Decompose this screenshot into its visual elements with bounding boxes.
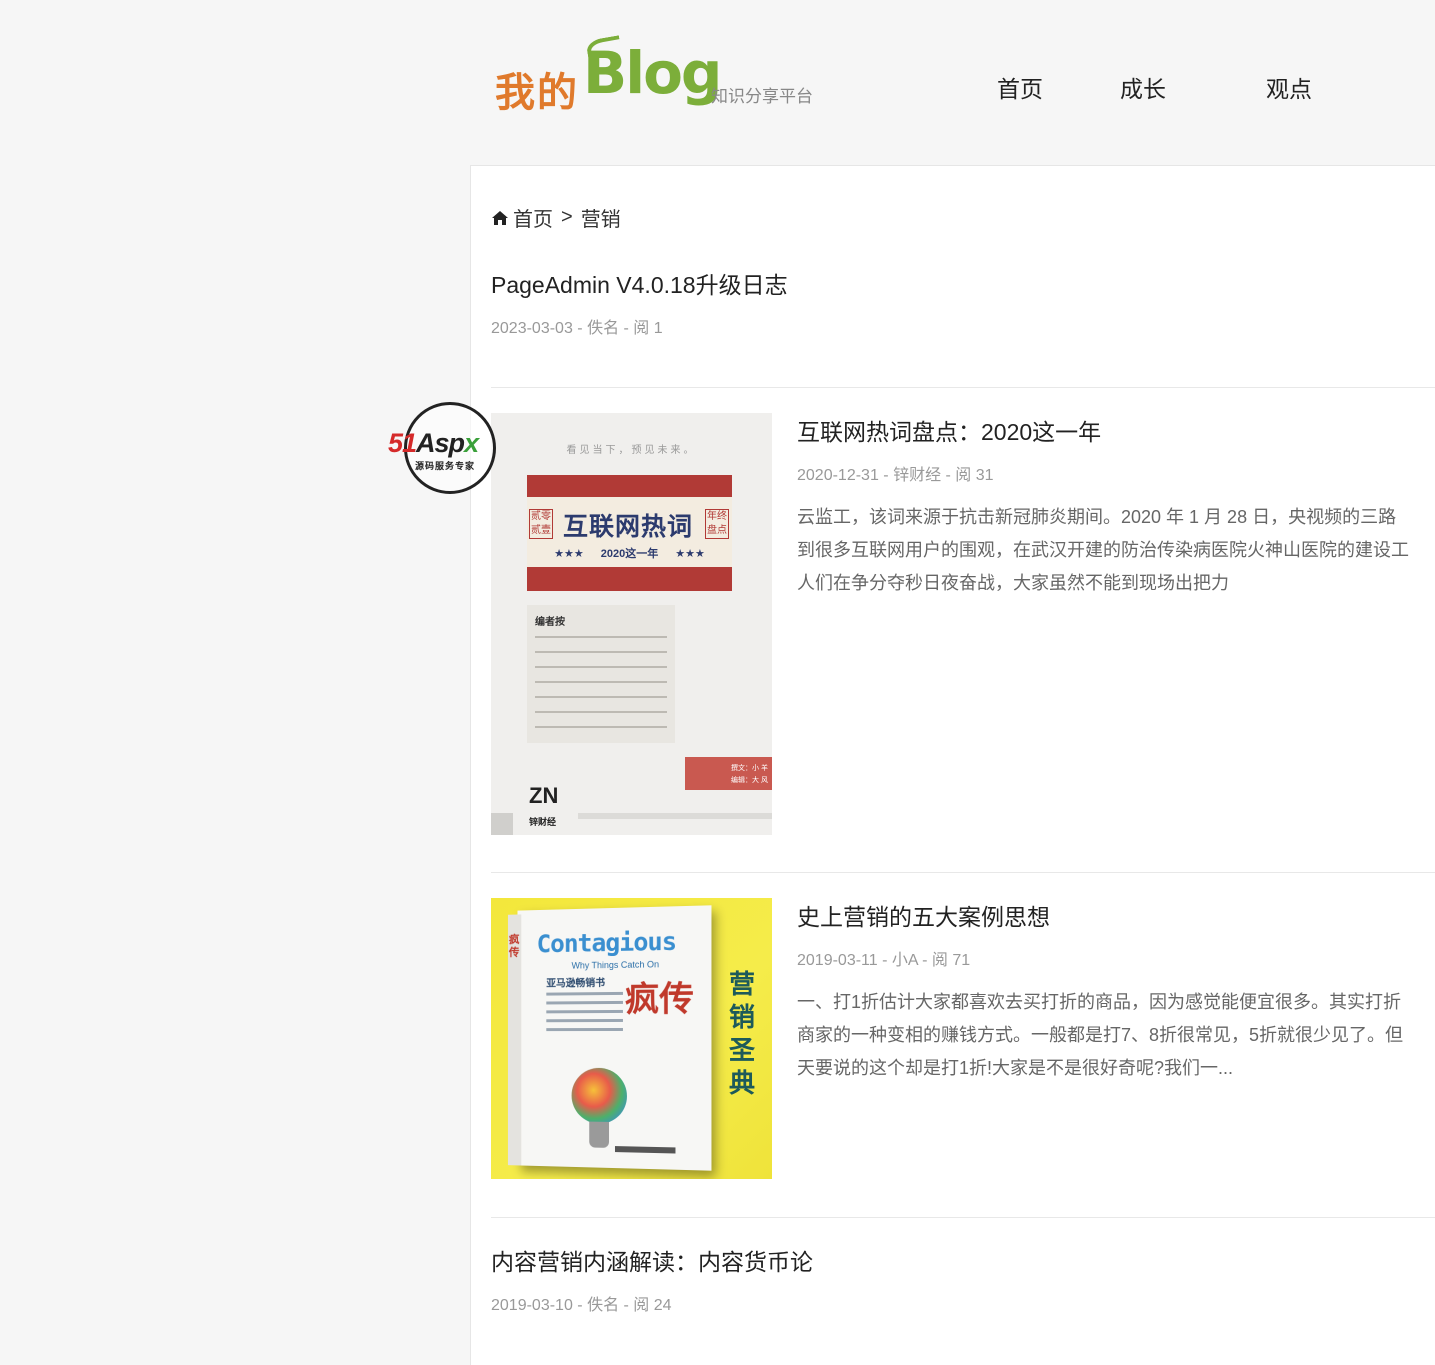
watermark-brand-suffix: x (464, 428, 479, 458)
post-item: PageAdmin V4.0.18升级日志 2023-03-03 - 佚名 - … (491, 266, 788, 338)
post-excerpt: 云监工，该词来源于抗击新冠肺炎期间。2020 年 1 月 28 日，央视频的三路… (797, 501, 1409, 600)
post-title[interactable]: 互联网热词盘点：2020这一年 (797, 413, 1409, 447)
nav-item-viewpoint[interactable]: 观点 (1216, 70, 1362, 104)
watermark-brand-prefix: 51 (388, 428, 417, 458)
post-meta: 2019-03-11 - 小A - 阅 71 (797, 952, 971, 969)
post-title[interactable]: 内容营销内涵解读：内容货币论 (491, 1243, 813, 1277)
thumb-seal-left: 贰零贰壹 (529, 509, 553, 539)
main-content: 首页 > 营销 PageAdmin V4.0.18升级日志 2023-03-03… (470, 165, 1435, 1365)
excerpt-line: 人们在争分夺秒日夜奋战，大家虽然不能到现场出把力 (797, 573, 1229, 593)
thumb-book-title-cn: 疯传 (624, 980, 694, 1019)
post-body: 史上营销的五大案例思想 2019-03-11 - 小A - 阅 71 一、打1折… (797, 898, 1403, 1085)
thumb-seal-right: 年终盘点 (705, 509, 729, 539)
breadcrumb: 首页 > 营销 (491, 203, 621, 232)
nav-item-home[interactable]: 首页 (970, 70, 1070, 104)
breadcrumb-current[interactable]: 营销 (581, 203, 621, 232)
excerpt-line: 商家的一种变相的赚钱方式。一般都是打7、8折很常见，5折就很少见了。但 (797, 1025, 1404, 1045)
post-divider (491, 1217, 1435, 1218)
excerpt-line: 到很多互联网用户的围观，在武汉开建的防治传染病医院火神山医院的建设工 (797, 540, 1409, 560)
logo-blog-text: Blog (583, 39, 722, 107)
nav-item-growth[interactable]: 成长 (1070, 70, 1216, 104)
post-meta: 2023-03-03 - 佚名 - 阅 1 (491, 320, 663, 337)
breadcrumb-separator: > (561, 206, 573, 228)
thumb-credit-writer: 撰文：小 羊 (731, 765, 768, 772)
post-meta: 2020-12-31 - 锌财经 - 阅 31 (797, 467, 994, 484)
thumb-credits: 撰文：小 羊 编辑：大 风 (685, 757, 772, 790)
thumb-book-spine: 疯传 (508, 934, 520, 959)
breadcrumb-home-link[interactable]: 首页 (513, 203, 553, 232)
thumb-credit-editor: 编辑：大 风 (731, 777, 768, 784)
post-divider (491, 387, 1435, 388)
thumb-book-cover: 疯传 Contagious Why Things Catch On 亚马逊畅销书… (507, 905, 712, 1171)
post-title[interactable]: 史上营销的五大案例思想 (797, 898, 1403, 932)
post-excerpt: 一、打1折估计大家都喜欢去买打折的商品，因为感觉能便宜很多。其实打折 商家的一种… (797, 986, 1403, 1085)
watermark-brand: 51Aspx (388, 428, 479, 459)
watermark-subtitle: 源码服务专家 (415, 461, 476, 471)
thumb-book-title-en: Contagious (536, 926, 677, 959)
post-thumbnail[interactable]: 疯传 Contagious Why Things Catch On 亚马逊畅销书… (491, 898, 772, 1179)
thumb-side-text: 营销圣典 (728, 969, 755, 1098)
excerpt-line: 云监工，该词来源于抗击新冠肺炎期间。2020 年 1 月 28 日，央视频的三路 (797, 507, 1397, 527)
site-header: 我的 Blog 知识分享平台 首页 成长 观点 (0, 0, 1435, 160)
watermark-brand-mid: Asp (416, 428, 465, 458)
main-nav: 首页 成长 观点 (970, 70, 1362, 104)
logo-cn-text: 我的 (495, 69, 579, 116)
thumb-banner: 贰零贰壹 互联网热词 年终盘点 ★★★ 2020这一年 ★★★ (527, 475, 732, 591)
logo-tagline: 知识分享平台 (711, 87, 813, 106)
home-icon (492, 210, 508, 225)
thumb-note-title: 编者按 (535, 617, 565, 628)
thumb-logo-sub: 锌财经 (529, 817, 557, 827)
post-item: 内容营销内涵解读：内容货币论 2019-03-10 - 佚名 - 阅 24 (491, 1243, 813, 1315)
post-meta: 2019-03-10 - 佚名 - 阅 24 (491, 1297, 672, 1314)
excerpt-line: 一、打1折估计大家都喜欢去买打折的商品，因为感觉能便宜很多。其实打折 (797, 992, 1402, 1012)
post-body: 互联网热词盘点：2020这一年 2020-12-31 - 锌财经 - 阅 31 … (797, 413, 1409, 600)
watermark-badge: 51Aspx 源码服务专家 (388, 402, 518, 494)
thumb-subline: ★★★ 2020这一年 ★★★ (554, 548, 705, 560)
post-title[interactable]: PageAdmin V4.0.18升级日志 (491, 266, 788, 300)
thumb-editor-note: 编者按 (527, 605, 675, 743)
thumb-book-subtitle-en: Why Things Catch On (571, 959, 660, 971)
thumb-headline: 互联网热词 (563, 513, 694, 541)
lightbulb-icon (571, 1067, 627, 1125)
excerpt-line: 天要说的这个却是打1折!大家是不是很好奇呢?我们一... (797, 1058, 1234, 1078)
post-thumbnail[interactable]: 看见当下，预见未来。 贰零贰壹 互联网热词 年终盘点 ★★★ 2020这一年 ★… (491, 413, 772, 835)
site-logo[interactable]: 我的 Blog 知识分享平台 (495, 35, 825, 118)
post-divider (491, 872, 1435, 873)
thumb-logo: ZN (529, 783, 559, 808)
thumb-book-tagline: 亚马逊畅销书 (546, 978, 606, 990)
thumb-caption: 看见当下，预见未来。 (566, 445, 697, 456)
